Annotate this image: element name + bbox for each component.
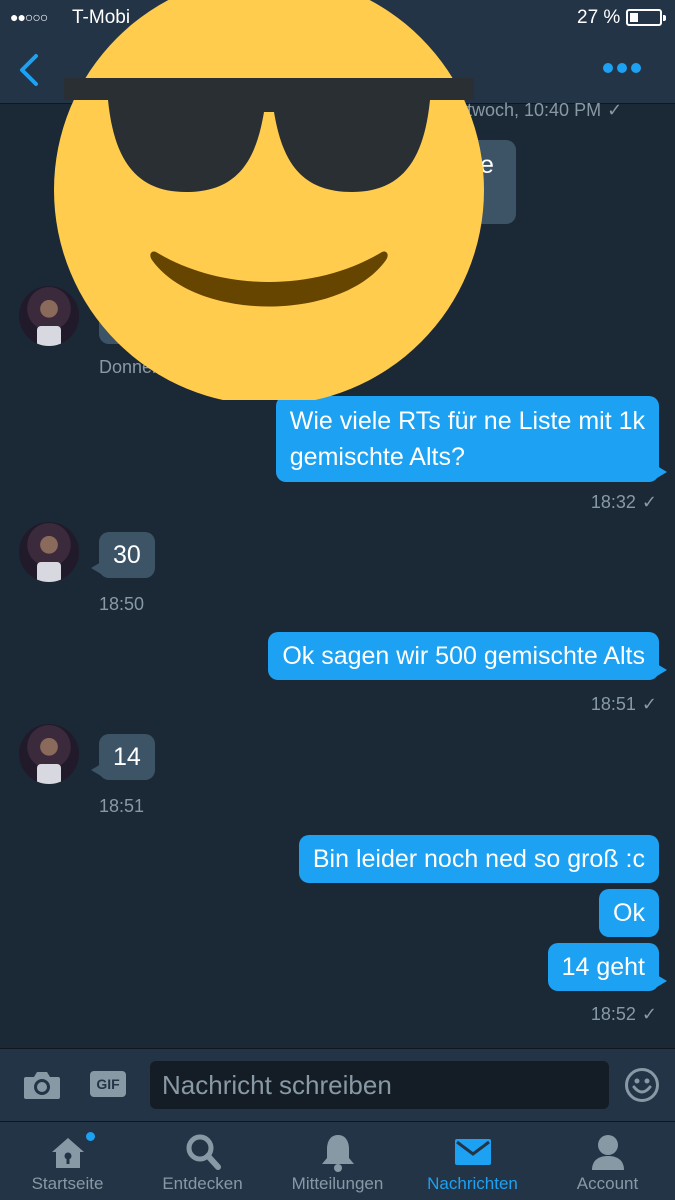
message-text: Bin leider noch ned so groß :c bbox=[312, 845, 645, 873]
compose-bar: GIF bbox=[0, 1048, 675, 1121]
battery-icon bbox=[626, 9, 666, 26]
avatar[interactable] bbox=[19, 522, 79, 582]
message-text: Ok bbox=[613, 899, 645, 927]
message-text: Ok sagen wir 500 gemischte Alts bbox=[282, 642, 645, 670]
read-check-icon: ✓ bbox=[641, 492, 657, 512]
tab-notifications[interactable]: Mitteilungen bbox=[270, 1122, 405, 1200]
tab-label: Startseite bbox=[31, 1174, 104, 1193]
message-text: 30 bbox=[113, 541, 141, 569]
tab-label: Account bbox=[576, 1174, 639, 1193]
tab-home[interactable]: Startseite bbox=[0, 1122, 135, 1200]
gif-button[interactable]: GIF bbox=[90, 1071, 126, 1097]
battery-percent: 27 % bbox=[577, 7, 621, 28]
message-bubble-outgoing[interactable]: Bin leider noch ned so groß :c bbox=[298, 835, 659, 883]
message-bubble-incoming[interactable]: 30 bbox=[91, 532, 155, 578]
home-icon bbox=[52, 1138, 84, 1168]
tab-bar: Startseite Entdecken Mitteilungen Nachri… bbox=[0, 1121, 675, 1200]
message-bubble-outgoing[interactable]: Wie viele RTs für ne Liste mit 1k gemisc… bbox=[275, 396, 668, 482]
message-bubble-outgoing[interactable]: Ok bbox=[599, 889, 659, 937]
tab-messages[interactable]: Nachrichten bbox=[405, 1122, 540, 1200]
tab-explore[interactable]: Entdecken bbox=[135, 1122, 270, 1200]
tab-label: Mitteilungen bbox=[291, 1174, 384, 1193]
message-bubble-incoming[interactable]: 14 bbox=[91, 734, 155, 780]
camera-icon[interactable] bbox=[22, 1069, 62, 1101]
notification-dot bbox=[86, 1132, 95, 1141]
message-timestamp: 18:50 bbox=[99, 594, 144, 615]
read-check-icon: ✓ bbox=[641, 1004, 657, 1024]
read-check-icon: ✓ bbox=[641, 694, 657, 714]
message-bubble-outgoing[interactable]: Ok sagen wir 500 gemischte Alts bbox=[268, 632, 667, 680]
message-text: 14 bbox=[113, 743, 141, 771]
message-text: 14 geht bbox=[561, 953, 645, 981]
message-input[interactable] bbox=[150, 1061, 609, 1109]
message-timestamp: 18:52 ✓ bbox=[591, 1004, 657, 1025]
timestamp-text: 18:51 bbox=[99, 796, 145, 816]
battery-level-fill bbox=[630, 13, 638, 22]
emoji-picker-icon[interactable] bbox=[624, 1067, 660, 1103]
back-chevron-icon[interactable] bbox=[14, 50, 44, 90]
bell-icon bbox=[322, 1135, 354, 1172]
envelope-icon bbox=[455, 1139, 491, 1165]
message-timestamp: 18:51 bbox=[99, 796, 144, 817]
message-timestamp: 18:51 ✓ bbox=[591, 694, 657, 715]
timestamp-text: 18:51 bbox=[590, 694, 636, 714]
message-bubble-outgoing[interactable]: 14 geht bbox=[547, 943, 668, 991]
timestamp-text: 18:50 bbox=[99, 594, 145, 614]
tab-account[interactable]: Account bbox=[540, 1122, 675, 1200]
read-check-icon: ✓ bbox=[607, 100, 623, 120]
signal-strength-icon: ●●○○○ bbox=[10, 9, 48, 25]
more-options-icon[interactable] bbox=[600, 58, 644, 78]
person-icon bbox=[592, 1135, 624, 1170]
tab-label: Nachrichten bbox=[427, 1174, 518, 1193]
sunglasses-emoji-sticker bbox=[54, 0, 484, 400]
timestamp-text: 18:32 bbox=[590, 492, 636, 512]
message-timestamp: ttwoch, 10:40 PM ✓ bbox=[462, 100, 622, 121]
message-text-line: gemischte Alts? bbox=[289, 443, 465, 471]
timestamp-text: 18:52 bbox=[590, 1004, 636, 1024]
tab-label: Entdecken bbox=[162, 1174, 243, 1193]
message-text-line: Wie viele RTs für ne Liste mit 1k bbox=[289, 407, 645, 435]
search-icon bbox=[186, 1134, 221, 1170]
message-timestamp: 18:32 ✓ bbox=[591, 492, 657, 513]
avatar[interactable] bbox=[19, 724, 79, 784]
